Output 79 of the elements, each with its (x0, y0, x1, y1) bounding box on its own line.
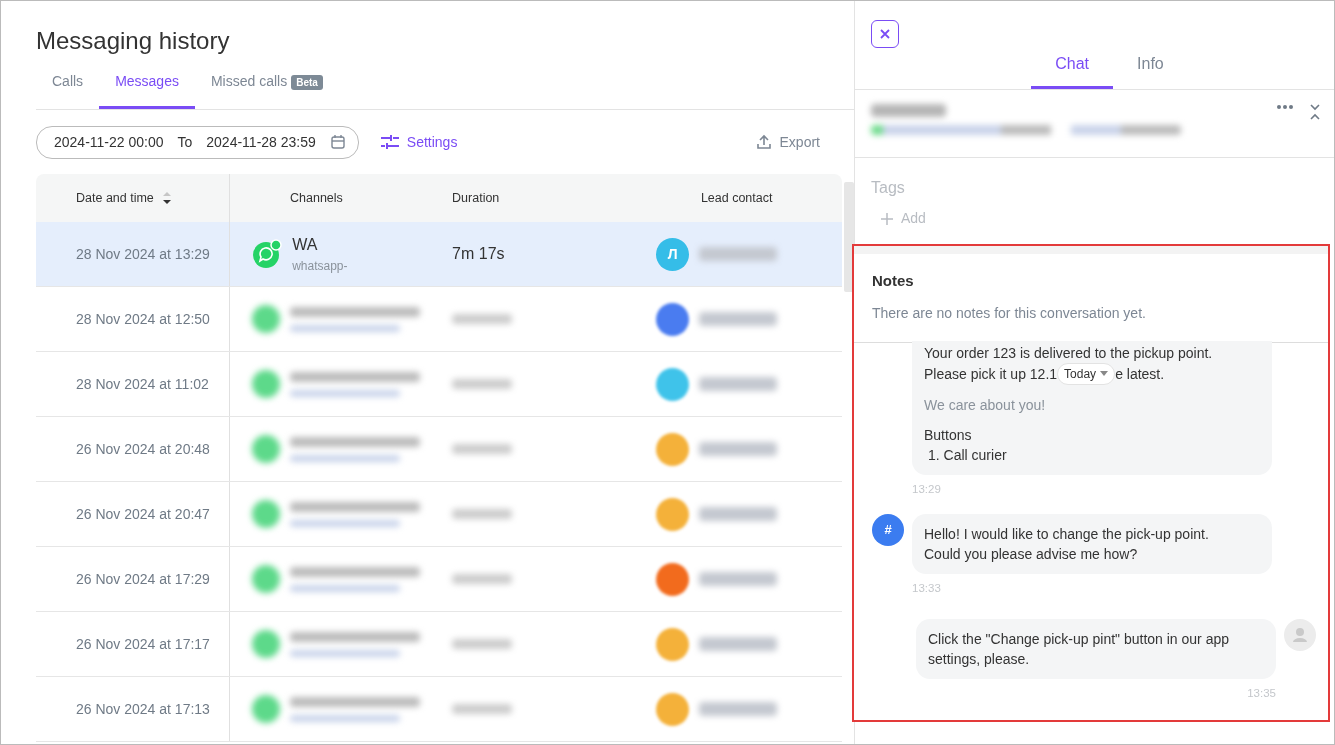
more-icon[interactable] (1276, 104, 1294, 110)
date-cell-text: 26 Nov 2024 at 17:29 (76, 569, 210, 589)
message-text: Please pick it up 12.1 (924, 364, 1058, 384)
tab[interactable]: Chat (1031, 48, 1114, 89)
blurred-text (452, 314, 513, 324)
blurred-icon (252, 435, 281, 463)
message-text: Hello! I would like to change the pick-up point. Could you please advise me how? (924, 525, 1209, 562)
blurred-icon (252, 370, 281, 398)
column-header: Duration (451, 189, 501, 207)
page-title: Messaging history (36, 26, 231, 56)
avatar: Л (656, 237, 690, 271)
duration-cell: 7m 17s (452, 245, 505, 262)
message-button-text: 1. Call curier (927, 445, 1008, 465)
message-text: Click the "Change pick-up pint" button in our app settings, please. (928, 631, 1229, 667)
channel-name: WA (292, 235, 319, 255)
date-pill[interactable]: Today (1057, 362, 1116, 385)
upload-icon (755, 134, 772, 150)
blurred-text (452, 444, 513, 454)
table-row[interactable]: 26 Nov 2024 at 17:17 (36, 612, 842, 677)
channel-address: whatsapp- (292, 258, 348, 275)
avatar: # (872, 513, 904, 546)
date-range-field[interactable]: 2024-11-22 00:00 To 2024-11-28 23:59 (36, 125, 359, 159)
message-text: Your order 123 is delivered to the pickup point. (924, 343, 1214, 363)
date-to-text: 2024-11-28 23:59 (206, 132, 316, 152)
tab[interactable]: Info (1113, 48, 1188, 89)
timestamp: 13:33 (912, 580, 942, 596)
section-label: Tags (871, 178, 906, 198)
date-cell-text: 26 Nov 2024 at 20:48 (76, 439, 210, 459)
column-header: Date and time (76, 189, 154, 207)
collapse-icon[interactable] (1310, 104, 1320, 120)
export-button[interactable]: Export (749, 130, 826, 154)
blurred-icon (252, 630, 281, 658)
notes-title: Notes (872, 271, 915, 291)
blurred-text (452, 509, 513, 519)
column-header: Lead contact (699, 189, 774, 207)
date-cell-text: 26 Nov 2024 at 20:47 (76, 504, 210, 524)
table-row[interactable]: 28 Nov 2024 at 11:02 (36, 352, 842, 417)
tab[interactable]: Messages (99, 65, 195, 109)
date-cell-text: 26 Nov 2024 at 17:17 (76, 634, 210, 654)
timestamp: 13:29 (912, 481, 942, 497)
blurred-icon (252, 565, 281, 593)
message-text: e latest. (1115, 364, 1165, 384)
blurred-icon (252, 695, 281, 723)
date-from-text: 2024-11-22 00:00 (54, 132, 164, 152)
table-row[interactable]: 28 Nov 2024 at 12:50 (36, 287, 842, 352)
calendar-icon (329, 134, 346, 150)
sliders-icon (380, 135, 399, 149)
beta-badge: Beta (291, 75, 323, 90)
date-cell-text: 28 Nov 2024 at 11:02 (76, 374, 209, 394)
separator-text: To (177, 132, 193, 152)
timestamp: 13:35 (1246, 686, 1276, 701)
blurred-text (452, 379, 513, 389)
blurred-icon (252, 500, 281, 528)
close-icon (880, 29, 890, 39)
column-header: Channels (289, 189, 344, 207)
table-row[interactable]: 26 Nov 2024 at 17:13 (36, 677, 842, 742)
sort-icon[interactable] (161, 191, 172, 205)
tab[interactable]: Missed calls Beta (194, 65, 339, 109)
table-row[interactable]: 26 Nov 2024 at 20:48 (36, 417, 842, 482)
blurred-text (452, 574, 513, 584)
date-cell-text: 26 Nov 2024 at 17:13 (76, 699, 210, 719)
caret-icon (1100, 371, 1109, 376)
close-button[interactable] (871, 20, 899, 48)
blurred-text (452, 704, 513, 714)
table-row[interactable]: 26 Nov 2024 at 20:47 (36, 482, 842, 547)
empty-notes-text: There are no notes for this conversation yet. (872, 303, 1147, 323)
message-footer: We care about you! (924, 394, 1260, 415)
settings-button[interactable]: Settings (374, 130, 464, 154)
message-text: Buttons (924, 425, 973, 445)
date-cell-text: 28 Nov 2024 at 13:29 (76, 244, 210, 264)
plus-icon (881, 212, 893, 225)
table-row[interactable]: 28 Nov 2024 at 13:29 WA whatsapp- 7m 17s Л (36, 222, 842, 287)
user-icon (1284, 619, 1316, 651)
date-cell-text: 28 Nov 2024 at 12:50 (76, 309, 210, 329)
table-row[interactable]: 26 Nov 2024 at 17:29 (36, 547, 842, 612)
blurred-icon (252, 305, 281, 333)
chat-bubble-icon (252, 239, 283, 269)
blurred-text (452, 639, 513, 649)
tab[interactable]: Calls (36, 65, 100, 109)
